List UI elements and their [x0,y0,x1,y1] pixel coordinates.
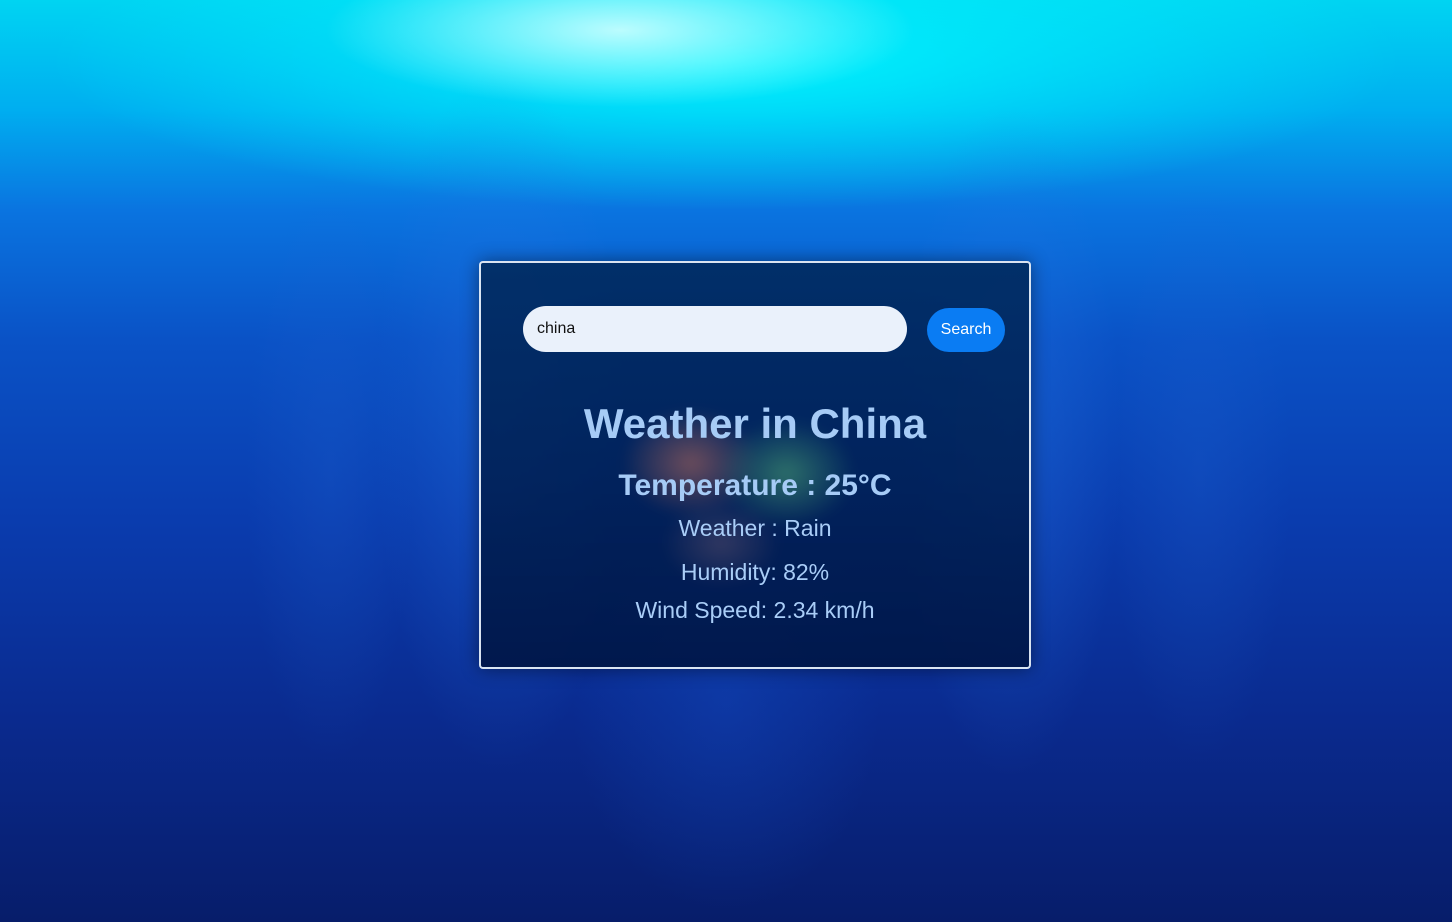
weather-title: Weather in China [583,400,927,447]
wind-speed-text: Wind Speed: 2.34 km/h [635,597,875,623]
weather-card: Search Weather in China Temperature : 25… [479,261,1031,669]
search-bar: Search [523,306,1007,354]
temperature-text: Temperature : 25°C [618,469,892,502]
search-input[interactable] [523,306,907,352]
search-button[interactable]: Search [927,308,1005,352]
weather-result: Weather in China Temperature : 25°C Weat… [481,403,1029,622]
weather-condition-text: Weather : Rain [678,515,832,541]
humidity-text: Humidity: 82% [680,559,830,585]
